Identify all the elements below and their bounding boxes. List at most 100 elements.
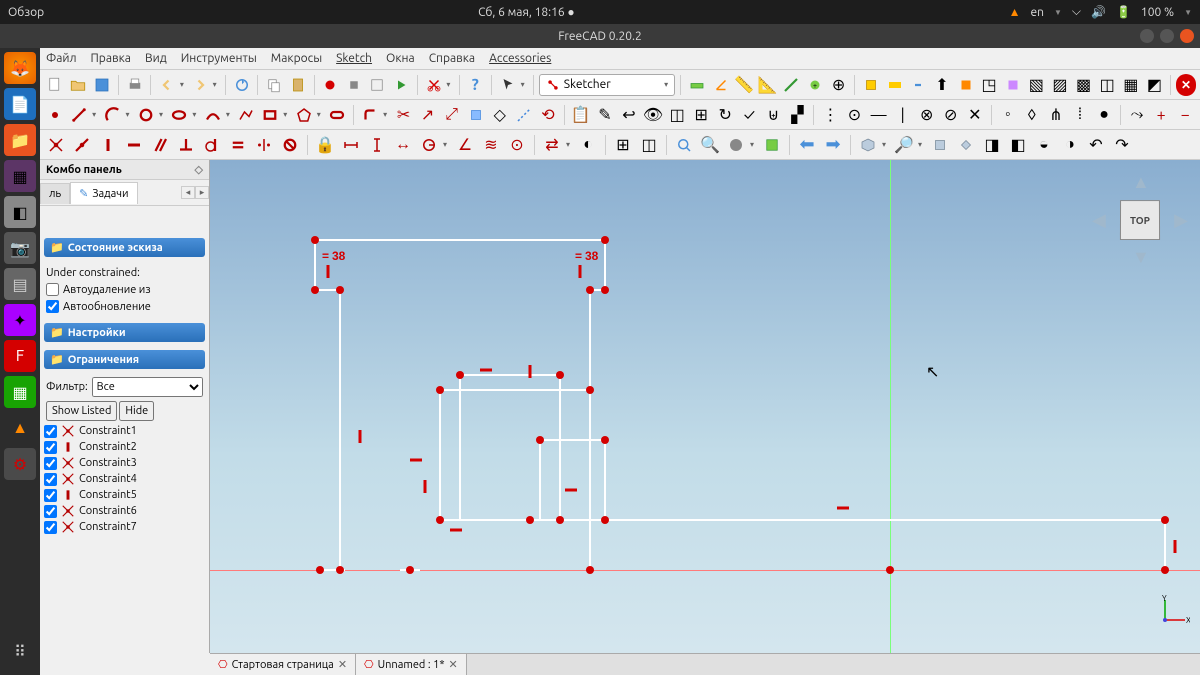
menu-view[interactable]: Вид xyxy=(145,52,167,65)
copy-button[interactable] xyxy=(263,73,285,97)
cn-activate-button[interactable]: ◐ xyxy=(576,133,600,157)
window-maximize[interactable] xyxy=(1160,29,1174,43)
cn-dist-button[interactable]: ↔ xyxy=(391,133,415,157)
freecad-icon[interactable]: F xyxy=(4,340,36,372)
part-j-button[interactable]: ◫ xyxy=(1096,73,1118,97)
sk-merge-button[interactable]: ⊎ xyxy=(762,103,784,127)
constraint-item[interactable]: Constraint3 xyxy=(44,455,205,471)
cn-vertical-button[interactable] xyxy=(96,133,120,157)
part-k-button[interactable]: ▦ xyxy=(1120,73,1142,97)
app-icon-5[interactable]: ◧ xyxy=(4,196,36,228)
tab-model[interactable]: ль xyxy=(40,183,70,204)
libreoffice-calc-icon[interactable]: ▦ xyxy=(4,376,36,408)
refresh-button[interactable] xyxy=(231,73,253,97)
app-icon-8[interactable]: ✦ xyxy=(4,304,36,336)
menu-windows[interactable]: Окна xyxy=(386,52,415,65)
part-e-button[interactable]: ◳ xyxy=(978,73,1000,97)
sk-bsp-mult-button[interactable]: ⁞ xyxy=(1069,103,1091,127)
part-g-button[interactable]: ▧ xyxy=(1026,73,1048,97)
menu-help[interactable]: Справка xyxy=(429,52,475,65)
calculator-icon[interactable]: ▤ xyxy=(4,268,36,300)
menu-sketch[interactable]: Sketch xyxy=(336,52,372,65)
measure-toggle-button[interactable]: 📐 xyxy=(757,73,779,97)
menu-macros[interactable]: Макросы xyxy=(271,52,322,65)
vw-zoom-button[interactable]: 🔎 xyxy=(892,133,916,157)
vw-grid-button[interactable]: ⊞ xyxy=(611,133,635,157)
volume-icon[interactable]: 🔊 xyxy=(1091,5,1106,19)
nav-fwd-button[interactable]: ➡ xyxy=(821,133,845,157)
auto-delete-checkbox[interactable]: Автоудаление из xyxy=(46,281,203,298)
show-apps-icon[interactable]: ⠿ xyxy=(4,635,36,667)
tab-tasks[interactable]: ✎Задачи xyxy=(70,182,137,204)
constraint-item[interactable]: Constraint7 xyxy=(44,519,205,535)
app-icon-4[interactable]: ▦ xyxy=(4,160,36,192)
sk-external-button[interactable] xyxy=(465,103,487,127)
filter-select[interactable]: Все xyxy=(92,377,203,397)
constraint-item[interactable]: Constraint4 xyxy=(44,471,205,487)
sk-trim-button[interactable]: ✂ xyxy=(392,103,414,127)
vw-left-button[interactable]: ◑ xyxy=(1058,133,1082,157)
activities-label[interactable]: Обзор xyxy=(8,6,44,19)
part-import-button[interactable]: ⬆ xyxy=(931,73,953,97)
redo-button[interactable] xyxy=(189,73,211,97)
cn-equal-button[interactable] xyxy=(226,133,250,157)
window-close[interactable] xyxy=(1180,29,1194,43)
vw-iso-button[interactable] xyxy=(856,133,880,157)
save-button[interactable] xyxy=(91,73,113,97)
sk-validate-button[interactable]: ✓ xyxy=(738,103,760,127)
cn-perpendicular-button[interactable] xyxy=(174,133,198,157)
constraint-item[interactable]: Constraint5 xyxy=(44,487,205,503)
navigation-cube[interactable]: ▲ ▼ ◀ ▶ TOP xyxy=(1090,170,1190,270)
cn-radius-button[interactable] xyxy=(417,133,441,157)
sk-viewsketch-button[interactable]: 👁 xyxy=(642,103,664,127)
part-i-button[interactable]: ▩ xyxy=(1073,73,1095,97)
cn-lock-button[interactable]: 🔒 xyxy=(313,133,337,157)
part-d-button[interactable] xyxy=(955,73,977,97)
sk-fillet-button[interactable] xyxy=(359,103,381,127)
close-tab-icon[interactable]: ✕ xyxy=(338,658,347,671)
doctab-unnamed[interactable]: ⎔ Unnamed : 1* ✕ xyxy=(356,654,467,675)
sk-circle-button[interactable] xyxy=(135,103,157,127)
vw-rotright-button[interactable]: ↷ xyxy=(1110,133,1134,157)
sk-toggle-button[interactable]: ⟲ xyxy=(537,103,559,127)
sk-mirror-button[interactable]: ▞ xyxy=(786,103,808,127)
battery-icon[interactable]: 🔋 xyxy=(1116,5,1131,19)
close-tab-icon[interactable]: ✕ xyxy=(449,658,458,671)
sk-reorient-button[interactable]: ↻ xyxy=(714,103,736,127)
sk-selredundant-button[interactable]: ⊗ xyxy=(916,103,938,127)
sk-bsp-poly-button[interactable]: ◊ xyxy=(1021,103,1043,127)
open-file-button[interactable] xyxy=(68,73,90,97)
sk-selorigin-button[interactable]: ⊙ xyxy=(843,103,865,127)
navcube-face-top[interactable]: TOP xyxy=(1120,200,1160,240)
constraint-item[interactable]: Constraint2 xyxy=(44,439,205,455)
sk-slot-button[interactable] xyxy=(326,103,348,127)
freecad-icon-2[interactable]: ⚙ xyxy=(4,448,36,480)
sk-mapsketch-button[interactable]: ⊞ xyxy=(690,103,712,127)
panel-detach-icon[interactable]: ◇ xyxy=(195,163,203,176)
sk-extend-button[interactable]: ↗ xyxy=(417,103,439,127)
sk-bsp-deg-button[interactable]: ◦ xyxy=(997,103,1019,127)
section-settings[interactable]: 📁 Настройки xyxy=(44,323,205,342)
new-file-button[interactable] xyxy=(44,73,66,97)
sk-rect-button[interactable] xyxy=(259,103,281,127)
files-icon[interactable]: 📁 xyxy=(4,124,36,156)
system-datetime[interactable]: Сб, 6 мая, 18:16 ● xyxy=(44,5,1008,19)
leave-sketch-button[interactable]: ✕ xyxy=(1176,74,1196,96)
sk-point-button[interactable] xyxy=(44,103,66,127)
hide-listed-button[interactable]: Hide xyxy=(119,401,154,421)
sk-bsp-weight-button[interactable]: ● xyxy=(1093,103,1115,127)
measure-dist-button[interactable] xyxy=(686,73,708,97)
cn-angle-button[interactable]: ∠ xyxy=(453,133,477,157)
sk-polygon-button[interactable] xyxy=(293,103,315,127)
3d-viewport[interactable]: = 38 = 38 xyxy=(210,160,1200,653)
doctab-start[interactable]: ⎔ Стартовая страница ✕ xyxy=(210,654,356,675)
cn-point-on-button[interactable] xyxy=(70,133,94,157)
sk-selhaxis-button[interactable]: — xyxy=(868,103,890,127)
sk-bsp-comb-button[interactable]: ⋔ xyxy=(1045,103,1067,127)
vw-rear-button[interactable]: ◧ xyxy=(1006,133,1030,157)
sk-x-button[interactable]: ✕ xyxy=(964,103,986,127)
tool-c-button[interactable]: ⊕ xyxy=(828,73,850,97)
cn-internal-button[interactable]: ⊙ xyxy=(505,133,529,157)
measure-angle-button[interactable] xyxy=(710,73,732,97)
macro-stop-button[interactable] xyxy=(343,73,365,97)
